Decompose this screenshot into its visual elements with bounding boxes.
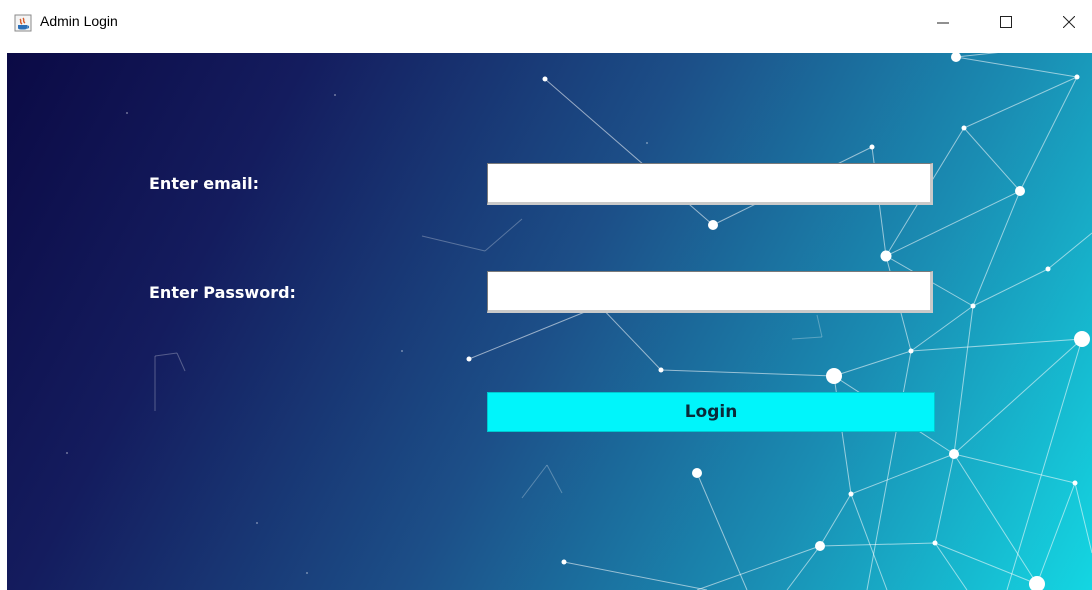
window-title: Admin Login: [40, 13, 118, 29]
close-button[interactable]: [1046, 0, 1092, 44]
close-icon: [1063, 16, 1075, 28]
password-label: Enter Password:: [149, 283, 296, 302]
java-app-icon: [14, 14, 32, 32]
minimize-button[interactable]: [920, 0, 966, 44]
email-label: Enter email:: [149, 174, 259, 193]
login-button[interactable]: Login: [487, 392, 935, 432]
email-input[interactable]: [487, 163, 933, 205]
minimize-icon: [937, 22, 949, 24]
admin-login-window: Admin Login Enter email: Enter Password:…: [0, 0, 1092, 590]
maximize-button[interactable]: [983, 0, 1029, 44]
login-panel: [7, 53, 1092, 590]
network-background-image: [66, 53, 1092, 590]
password-input[interactable]: [487, 271, 933, 313]
maximize-icon: [1000, 16, 1012, 28]
title-bar: Admin Login: [0, 0, 1092, 44]
